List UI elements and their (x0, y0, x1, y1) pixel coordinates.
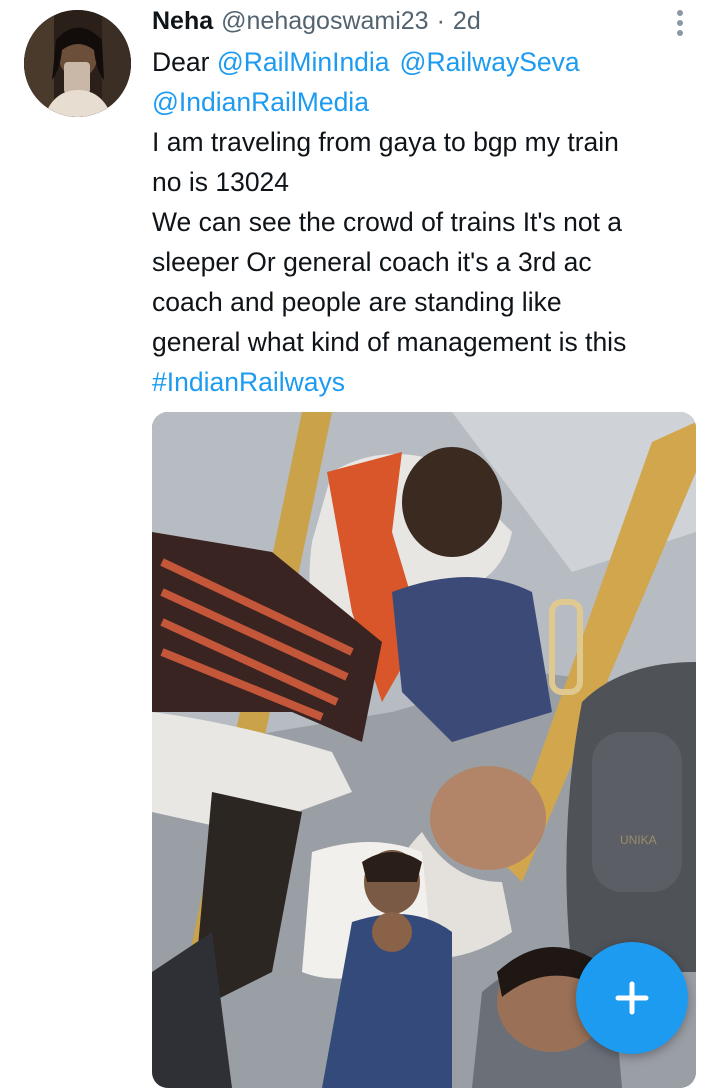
more-vertical-icon[interactable] (668, 6, 692, 40)
text-line: no is 13024 (152, 167, 290, 197)
hashtag-indianrailways[interactable]: #IndianRailways (152, 367, 345, 397)
bag-brand-text: UNIKA (620, 833, 657, 847)
greeting-word: Dear (152, 47, 210, 77)
mention-indianrailmedia[interactable]: @IndianRailMedia (152, 87, 369, 117)
hashtag-line: #IndianRailways (152, 362, 712, 402)
mention-line: @IndianRailMedia (152, 82, 712, 122)
greeting-line: Dear @RailMinIndia @RailwaySeva (152, 42, 712, 82)
text-line: general what kind of management is this (152, 327, 627, 357)
avatar-image (24, 10, 131, 117)
tweet-timestamp[interactable]: 2d (453, 7, 481, 36)
text-line: sleeper Or general coach it's a 3rd ac (152, 247, 592, 277)
text-line: coach and people are standing like (152, 287, 562, 317)
author-name[interactable]: Neha (152, 7, 213, 36)
compose-tweet-button[interactable] (576, 942, 688, 1054)
avatar[interactable] (24, 10, 131, 117)
text-line: I am traveling from gaya to bgp my train (152, 127, 619, 157)
plus-icon (615, 981, 649, 1015)
mention-railminindia[interactable]: @RailMinIndia (217, 47, 390, 77)
tweet-header: Neha @nehagoswami23 · 2d (152, 2, 481, 40)
tweet-text: Dear @RailMinIndia @RailwaySeva @IndianRa… (152, 42, 712, 402)
separator-dot: · (436, 6, 445, 35)
text-line: We can see the crowd of trains It's not … (152, 207, 623, 237)
mention-railwayseva[interactable]: @RailwaySeva (400, 47, 580, 77)
author-handle[interactable]: @nehagoswami23 (221, 7, 428, 36)
